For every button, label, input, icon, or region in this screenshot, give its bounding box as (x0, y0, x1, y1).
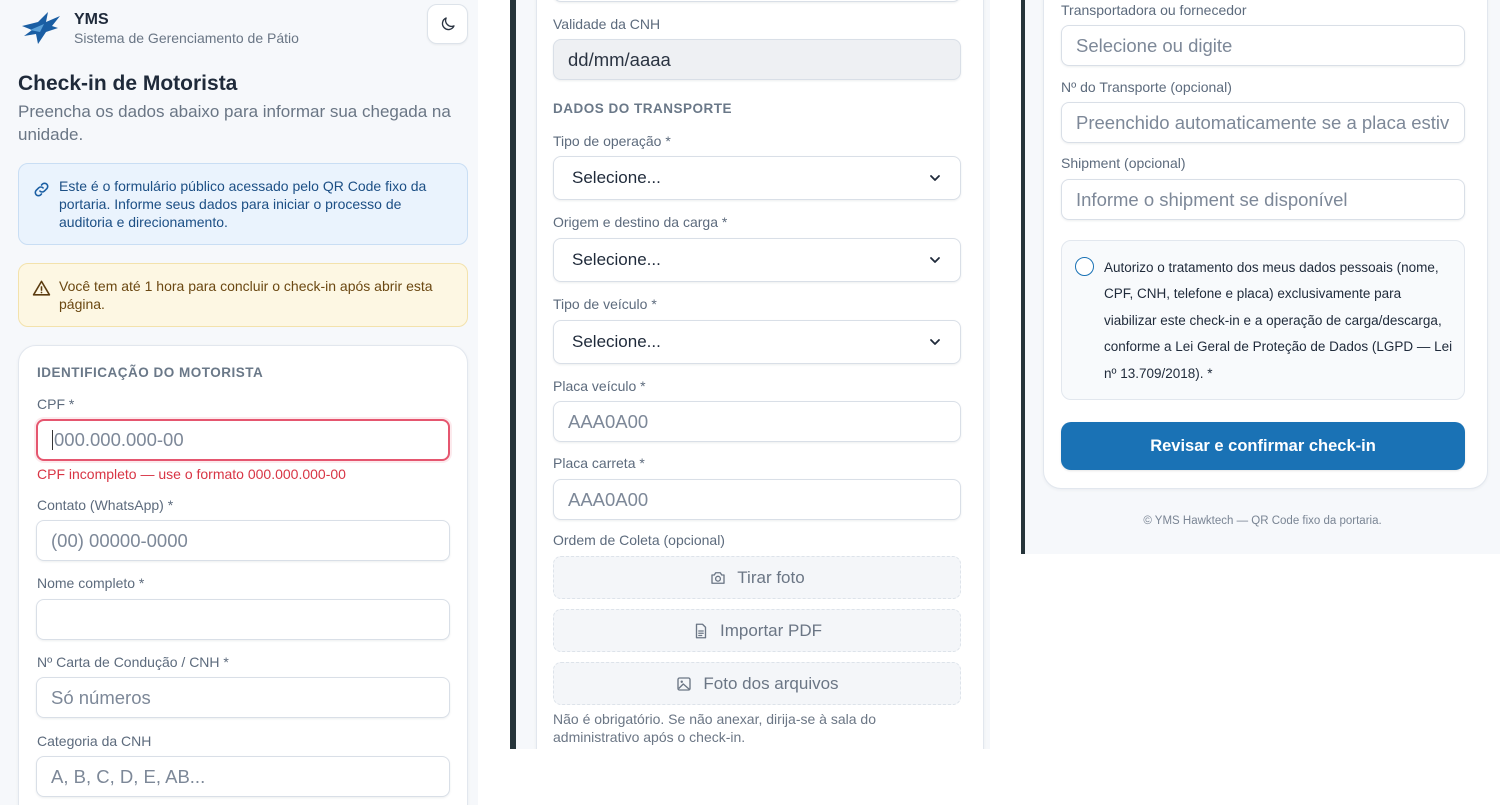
vehicle-plate-label: Placa veículo * (553, 378, 646, 394)
attachment-note: Não é obrigatório. Se não anexar, dirija… (553, 711, 876, 745)
cnh-category-placeholder: A, B, C, D, E, AB... (51, 765, 206, 787)
carrier-label: Transportadora ou fornecedor (1061, 2, 1247, 18)
operation-type-select[interactable]: Selecione... (553, 156, 961, 200)
contact-label: Contato (WhatsApp) * (37, 497, 174, 513)
cpf-error-message: CPF incompleto — use o formato 000.000.0… (37, 466, 346, 482)
transport-number-input[interactable]: Preenchido automaticamente se a placa es… (1061, 102, 1465, 143)
vehicle-type-label: Tipo de veículo * (553, 296, 657, 312)
cpf-input[interactable]: 000.000.000-00 (36, 419, 450, 461)
text-cursor (52, 430, 53, 450)
name-input[interactable] (36, 599, 450, 640)
warning-text: Você tem até 1 hora para concluir o chec… (59, 278, 433, 312)
take-photo-label: Tirar foto (737, 567, 805, 587)
cnh-label: Nº Carta de Condução / CNH * (37, 654, 229, 670)
review-confirm-label: Revisar e confirmar check-in (1150, 436, 1376, 455)
vehicle-type-select[interactable]: Selecione... (553, 320, 961, 364)
operation-type-label: Tipo de operação * (553, 133, 671, 149)
transport-number-placeholder: Preenchido automaticamente se a placa es… (1076, 111, 1450, 133)
previous-field-bottom (553, 0, 961, 2)
take-photo-button[interactable]: Tirar foto (553, 556, 961, 599)
consent-checkbox[interactable] (1075, 257, 1094, 276)
cnh-validity-value: dd/mm/aaaa (568, 48, 671, 70)
app-subtitle: Sistema de Gerenciamento de Pátio (74, 30, 299, 46)
chevron-down-icon (930, 257, 940, 263)
origin-destination-label: Origem e destino da carga * (553, 214, 728, 230)
origin-destination-select[interactable]: Selecione... (553, 238, 961, 282)
form-panel-bottom: Transportadora ou fornecedor Selecione o… (1021, 0, 1500, 554)
review-confirm-button[interactable]: Revisar e confirmar check-in (1061, 422, 1465, 470)
footer-text: © YMS Hawktech — QR Code fixo da portari… (1143, 515, 1382, 527)
consent-box: Autorizo o tratamento dos meus dados pes… (1061, 240, 1465, 400)
vehicle-type-value: Selecione... (572, 332, 661, 351)
cpf-placeholder: 000.000.000-00 (54, 429, 184, 450)
cpf-label: CPF * (37, 396, 75, 412)
collection-order-label: Ordem de Coleta (opcional) (553, 532, 725, 548)
driver-section-title: IDENTIFICAÇÃO DO MOTORISTA (37, 365, 264, 380)
cnh-placeholder: Só números (51, 686, 151, 708)
shipment-placeholder: Informe o shipment se disponível (1076, 188, 1348, 210)
hawk-logo-icon (22, 12, 60, 44)
shipment-input[interactable]: Informe o shipment se disponível (1061, 179, 1465, 220)
transport-section-title: DADOS DO TRANSPORTE (553, 101, 733, 116)
cnh-category-input[interactable]: A, B, C, D, E, AB... (36, 756, 450, 797)
info-text: Este é o formulário público acessado pel… (59, 178, 427, 230)
carrier-input[interactable]: Selecione ou digite (1061, 25, 1465, 66)
warning-box: Você tem até 1 hora para concluir o chec… (18, 263, 468, 327)
cnh-validity-label: Validade da CNH (553, 16, 661, 32)
document-icon (695, 623, 707, 638)
vehicle-plate-input[interactable]: AAA0A00 (553, 401, 961, 442)
page-title: Check-in de Motorista (18, 72, 238, 95)
camera-icon (711, 571, 725, 584)
page-subtitle: Preencha os dados abaixo para informar s… (18, 102, 451, 144)
form-panel-middle: Validade da CNH dd/mm/aaaa DADOS DO TRAN… (510, 0, 990, 749)
trailer-plate-input[interactable]: AAA0A00 (553, 479, 961, 520)
link-icon (34, 182, 49, 197)
app-logo (20, 10, 62, 48)
contact-placeholder: (00) 00000-0000 (51, 529, 188, 551)
vehicle-plate-placeholder: AAA0A00 (568, 410, 649, 432)
theme-toggle-button[interactable] (427, 4, 468, 44)
transport-number-label: Nº do Transporte (opcional) (1061, 79, 1232, 95)
consent-text: Autorizo o tratamento dos meus dados pes… (1104, 260, 1453, 381)
app-name: YMS (74, 11, 109, 28)
chevron-down-icon (930, 339, 940, 345)
trailer-plate-placeholder: AAA0A00 (568, 488, 649, 510)
origin-destination-value: Selecione... (572, 250, 661, 269)
cnh-input[interactable]: Só números (36, 677, 450, 718)
photo-files-label: Foto dos arquivos (703, 673, 839, 693)
carrier-placeholder: Selecione ou digite (1076, 34, 1233, 56)
operation-type-value: Selecione... (572, 168, 661, 187)
shipment-label: Shipment (opcional) (1061, 155, 1186, 171)
import-pdf-button[interactable]: Importar PDF (553, 609, 961, 652)
image-icon (677, 676, 692, 691)
photo-files-button[interactable]: Foto dos arquivos (553, 662, 961, 705)
trailer-plate-label: Placa carreta * (553, 455, 645, 471)
contact-input[interactable]: (00) 00000-0000 (36, 520, 450, 561)
warning-triangle-icon (32, 280, 51, 296)
cnh-validity-input[interactable]: dd/mm/aaaa (553, 39, 961, 80)
name-label: Nome completo * (37, 575, 145, 591)
moon-icon (441, 17, 455, 31)
import-pdf-label: Importar PDF (719, 620, 823, 640)
chevron-down-icon (930, 175, 940, 181)
form-panel-top: YMS Sistema de Gerenciamento de Pátio Ch… (0, 0, 478, 805)
cnh-category-label: Categoria da CNH (37, 733, 152, 749)
info-box: Este é o formulário público acessado pel… (18, 163, 468, 245)
